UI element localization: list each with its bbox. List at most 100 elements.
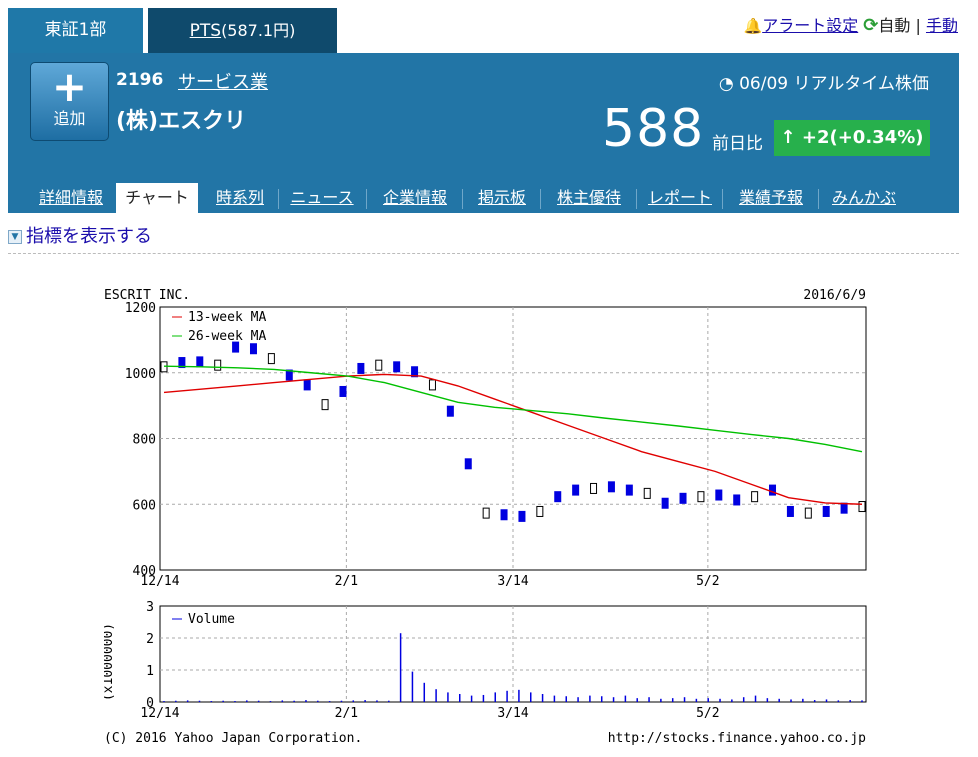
price-candle [554,491,562,503]
subnav-benefits[interactable]: 株主優待 [544,183,634,213]
subnav-separator [722,189,723,209]
x-tick-label: 3/14 [497,574,528,589]
subnav-company[interactable]: 企業情報 [370,183,460,213]
price-candle [482,507,490,519]
stock-chart: ESCRIT INC. 2016/6/9 400 600 800 1000 1200 12/1… [101,283,872,753]
arrow-up-icon: ↑ [780,127,802,148]
price-candle [804,507,812,519]
price-candle [625,484,633,496]
company-name: (株)エスクリ [116,109,247,134]
volume-y-tick: 2 [146,632,154,647]
bell-icon: 🔔 [743,17,763,35]
price-candle [840,502,848,514]
price-candle [321,399,329,411]
chart-date: 2016/6/9 [803,288,866,303]
price-candle [214,359,222,371]
pts-value: (587.1円) [221,21,296,40]
subnav-separator [366,189,367,209]
change-badge: ↑ +2(+0.34%) [774,120,930,156]
price-candle [697,491,705,503]
volume-y-tick: 1 [146,664,154,679]
tab-pts[interactable]: PTS(587.1円) [148,8,337,53]
x-tick-label: 5/2 [696,706,719,721]
price-candle [715,489,723,501]
x-tick-label: 2/1 [335,706,358,721]
price-candle [643,487,651,499]
auto-label: 自動 [878,16,911,35]
subnav-news[interactable]: ニュース [282,183,362,213]
price-candle [751,491,759,503]
subnav-timeseries[interactable]: 時系列 [202,183,278,213]
divider-line [8,253,959,254]
x-tick-label: 5/2 [696,574,719,589]
refresh-icon: ⟳ [863,15,879,36]
industry-link[interactable]: サービス業 [178,68,268,94]
change-value: +2(+0.34%) [801,127,924,148]
price-candle [303,379,311,391]
volume-legend: Volume [188,612,235,627]
subnav-detail[interactable]: 詳細情報 [26,183,116,213]
price-candle [393,361,401,373]
volume-ylabel: (x1000000) [104,623,116,701]
subnav-separator [540,189,541,209]
current-price: 588 [602,99,705,159]
subnav-report[interactable]: レポート [640,183,720,213]
price-candle [679,492,687,504]
add-label: 追加 [53,109,86,128]
price-candle [769,484,777,496]
volume-y-tick: 3 [146,600,154,615]
subnav-separator [818,189,819,209]
price-candle [607,481,615,493]
chart-svg: ESCRIT INC. 2016/6/94006008001000120012/1… [101,288,867,746]
subnav-separator [636,189,637,209]
price-candle [500,509,508,521]
tab-market[interactable]: 東証1部 [8,8,143,53]
price-candle [661,497,669,509]
y-tick-label: 600 [133,498,156,513]
add-button[interactable]: + 追加 [30,62,109,141]
subnav-chart[interactable]: チャート [116,183,198,213]
price-candle [267,353,275,365]
subnav-separator [278,189,279,209]
price-candle [536,505,544,517]
clock-icon: ◔ [718,74,734,94]
toggle-icon: ▼ [8,230,22,244]
price-candle [572,484,580,496]
subnav-minkabu[interactable]: みんかぶ [822,183,906,213]
price-candle [822,505,830,517]
change-label: 前日比 [712,134,763,154]
x-tick-label: 2/1 [335,574,358,589]
subnav-board[interactable]: 掲示板 [466,183,538,213]
price-candle [733,494,741,506]
legend-label: 26-week MA [188,329,266,344]
indicator-link[interactable]: 指標を表示する [26,226,152,247]
price-candle [518,510,526,522]
x-tick-label: 12/14 [140,574,179,589]
price-candle [858,501,866,513]
source-url: http://stocks.finance.yahoo.co.jp [608,731,866,746]
x-tick-label: 12/14 [140,706,179,721]
price-candle [339,385,347,397]
legend-label: 13-week MA [188,310,266,325]
subnav-separator [462,189,463,209]
alert-bar: 🔔アラート設定 ⟳自動 | 手動 [744,12,959,36]
manual-link[interactable]: 手動 [926,16,958,35]
realtime-info: ◔ 06/09 リアルタイム株価 [719,69,929,94]
y-tick-label: 1000 [125,367,156,382]
quote-time: 06/09 [739,74,789,94]
stock-header: + 追加 2196 サービス業 (株)エスクリ ◔ 06/09 リアルタイム株価… [8,53,959,213]
divider: | [915,16,921,35]
price-candle [357,362,365,374]
subnav-forecast[interactable]: 業績予報 [726,183,816,213]
price-candle [590,482,598,494]
y-tick-label: 800 [133,433,156,448]
copyright: (C) 2016 Yahoo Japan Corporation. [104,731,362,746]
price-candle [786,505,794,517]
price-candle [375,359,383,371]
realtime-label: リアルタイム株価 [793,74,930,94]
stock-code: 2196 [116,70,164,90]
indicator-toggle[interactable]: ▼ 指標を表示する [8,222,152,248]
pts-link[interactable]: PTS [190,21,221,41]
price-candle [196,356,204,368]
alert-setting-link[interactable]: アラート設定 [762,16,858,35]
